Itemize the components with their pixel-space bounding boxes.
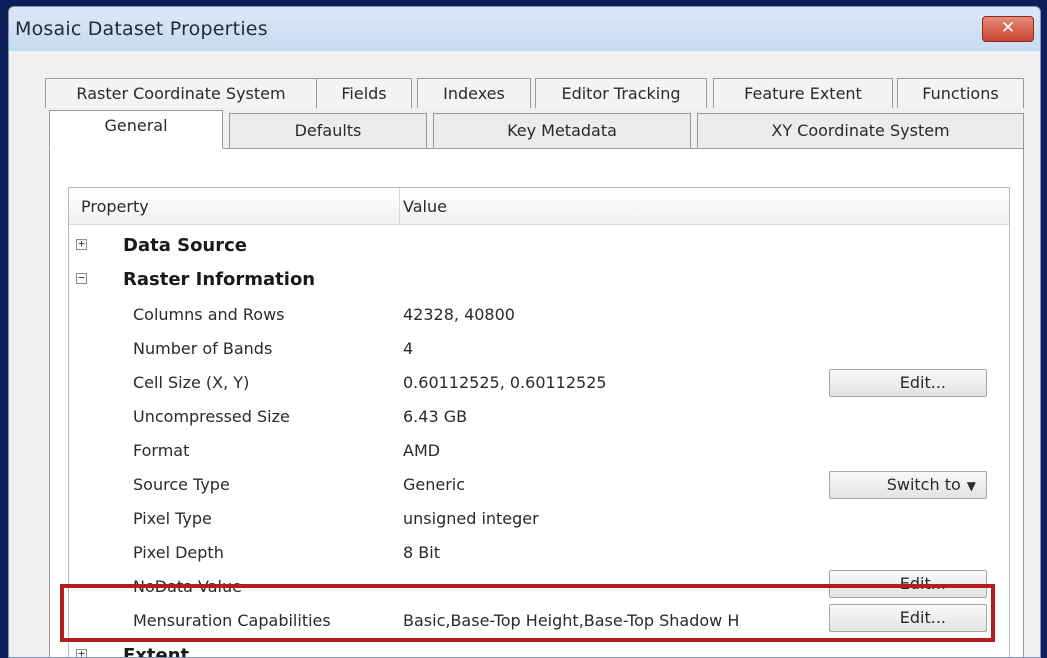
property-value: 4	[403, 339, 414, 358]
value-column-header[interactable]: Value	[403, 197, 447, 216]
tab-xy-coordinate-system[interactable]: XY Coordinate System	[697, 113, 1024, 148]
property-row[interactable]: Uncompressed Size 6.43 GB	[69, 400, 1009, 434]
group-label-data-source: Data Source	[123, 235, 248, 256]
property-row[interactable]: Number of Bands 4	[69, 332, 1009, 366]
property-value: AMD	[403, 441, 441, 460]
property-row[interactable]: Pixel Depth 8 Bit	[69, 536, 1009, 570]
property-row[interactable]: Source Type Generic Switch to ▼	[69, 468, 1009, 502]
property-label: Pixel Type	[133, 509, 212, 528]
minus-box-icon[interactable]: −	[76, 272, 87, 284]
tab-fields[interactable]: Fields	[316, 78, 412, 108]
tab-functions[interactable]: Functions	[897, 78, 1024, 108]
title-bar[interactable]: Mosaic Dataset Properties ✕	[9, 7, 1040, 51]
property-value: 6.43 GB	[403, 407, 468, 426]
property-label: Format	[133, 441, 190, 460]
property-row[interactable]: Pixel Type unsigned integer	[69, 502, 1009, 536]
tab-indexes[interactable]: Indexes	[417, 78, 531, 108]
property-value: 8 Bit	[403, 543, 440, 562]
property-row[interactable]: Format AMD	[69, 434, 1009, 468]
dialog-client: Raster Coordinate System Fields Indexes …	[9, 51, 1040, 657]
close-button[interactable]: ✕	[982, 16, 1034, 42]
group-label-extent: Extent	[123, 645, 190, 658]
tab-feature-extent[interactable]: Feature Extent	[713, 78, 893, 108]
tab-key-metadata[interactable]: Key Metadata	[433, 113, 691, 148]
property-value: 0.60112525, 0.60112525	[403, 373, 607, 392]
property-row[interactable]: Columns and Rows 42328, 40800	[69, 298, 1009, 332]
property-label: Number of Bands	[133, 339, 273, 358]
general-tab-panel: Property Value + Data Source − Raster In…	[49, 148, 1024, 657]
property-column-header[interactable]: Property	[81, 197, 149, 216]
property-row[interactable]: Cell Size (X, Y) 0.60112525, 0.60112525 …	[69, 366, 1009, 400]
property-label: Uncompressed Size	[133, 407, 290, 426]
plus-box-icon[interactable]: +	[76, 238, 87, 250]
property-label: Columns and Rows	[133, 305, 285, 324]
plus-box-icon[interactable]: +	[76, 648, 87, 657]
property-value: unsigned integer	[403, 509, 539, 528]
property-value: Generic	[403, 475, 466, 494]
property-label: Pixel Depth	[133, 543, 224, 562]
grid-header: Property Value	[69, 188, 1009, 225]
group-row-data-source[interactable]: + Data Source	[69, 230, 1009, 264]
tab-general[interactable]: General	[49, 110, 223, 149]
property-label: Source Type	[133, 475, 230, 494]
group-row-raster-information[interactable]: − Raster Information	[69, 264, 1009, 298]
chevron-down-icon: ▼	[966, 479, 976, 493]
switch-to-label: Switch to	[886, 475, 961, 494]
group-row-extent[interactable]: + Extent	[69, 640, 1009, 658]
cell-size-edit-button[interactable]: Edit...	[829, 369, 987, 397]
column-divider[interactable]	[399, 188, 400, 224]
tab-editor-tracking[interactable]: Editor Tracking	[535, 78, 707, 108]
tab-raster-coordinate-system[interactable]: Raster Coordinate System	[45, 78, 317, 108]
property-value: 42328, 40800	[403, 305, 515, 324]
mensuration-highlight-box	[60, 584, 995, 642]
tab-defaults[interactable]: Defaults	[229, 113, 427, 148]
property-label: Cell Size (X, Y)	[133, 373, 250, 392]
properties-window: Mosaic Dataset Properties ✕ Raster Coord…	[8, 6, 1041, 658]
switch-to-dropdown-button[interactable]: Switch to ▼	[829, 471, 987, 499]
window-title: Mosaic Dataset Properties	[15, 18, 268, 40]
group-label-raster-information: Raster Information	[123, 269, 316, 290]
